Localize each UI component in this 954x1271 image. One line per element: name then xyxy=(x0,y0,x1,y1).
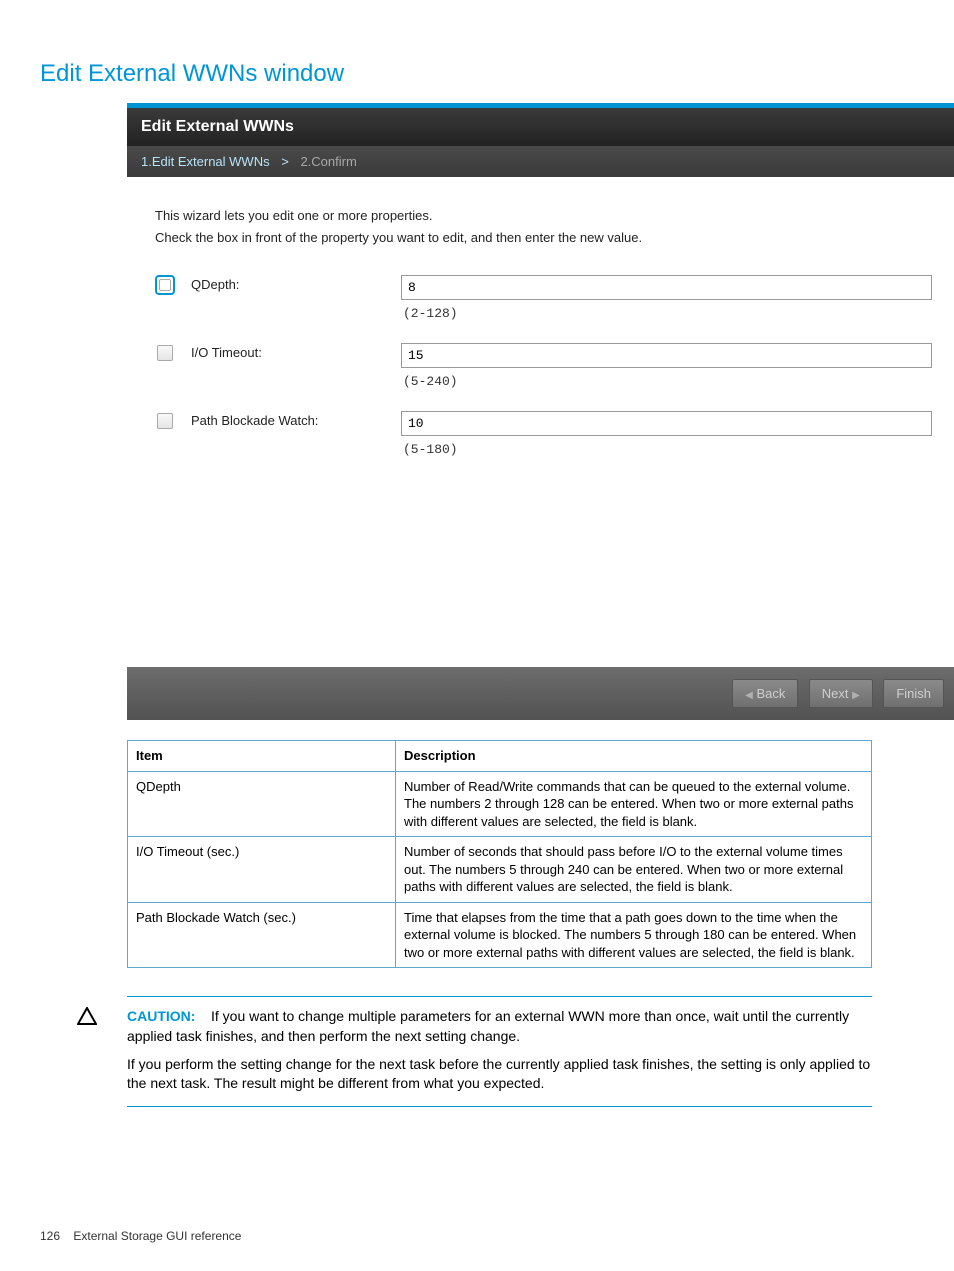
next-button[interactable]: Next ▶ xyxy=(809,679,873,708)
range-qdepth: (2-128) xyxy=(401,300,932,321)
table-cell-desc: Time that elapses from the time that a p… xyxy=(396,902,872,968)
form-row-iotimeout: I/O Timeout: (5-240) xyxy=(155,343,932,389)
table-row: Path Blockade Watch (sec.) Time that ela… xyxy=(128,902,872,968)
range-pathblockade: (5-180) xyxy=(401,436,932,457)
label-qdepth: QDepth: xyxy=(191,275,401,292)
checkbox-pathblockade[interactable] xyxy=(157,413,173,429)
range-iotimeout: (5-240) xyxy=(401,368,932,389)
table-cell-desc: Number of Read/Write commands that can b… xyxy=(396,771,872,837)
back-button-label: Back xyxy=(756,686,785,701)
input-pathblockade[interactable] xyxy=(401,411,932,436)
caution-block: CAUTION: If you want to change multiple … xyxy=(127,996,872,1106)
wizard-step-bar: 1.Edit External WWNs > 2.Confirm xyxy=(127,146,954,177)
finish-button[interactable]: Finish xyxy=(883,679,944,708)
triangle-left-icon: ◀ xyxy=(745,690,753,701)
checkbox-qdepth[interactable] xyxy=(155,275,175,295)
wizard-step-1[interactable]: 1.Edit External WWNs xyxy=(141,154,270,169)
table-header-description: Description xyxy=(396,741,872,772)
next-button-label: Next xyxy=(822,686,849,701)
caution-label: CAUTION: xyxy=(127,1008,195,1024)
wizard-footer: ◀ Back Next ▶ Finish xyxy=(127,667,954,720)
caution-text-1: If you want to change multiple parameter… xyxy=(127,1008,849,1044)
back-button[interactable]: ◀ Back xyxy=(732,679,798,708)
description-table: Item Description QDepth Number of Read/W… xyxy=(127,740,872,968)
form-row-pathblockade: Path Blockade Watch: (5-180) xyxy=(155,411,932,457)
wizard-intro: This wizard lets you edit one or more pr… xyxy=(155,205,932,249)
wizard-step-2[interactable]: 2.Confirm xyxy=(300,154,356,169)
table-cell-item: Path Blockade Watch (sec.) xyxy=(128,902,396,968)
label-pathblockade: Path Blockade Watch: xyxy=(191,411,401,428)
table-cell-item: QDepth xyxy=(128,771,396,837)
page-footer: 126 External Storage GUI reference xyxy=(40,1229,241,1243)
wizard-intro-line1: This wizard lets you edit one or more pr… xyxy=(155,205,932,227)
table-cell-item: I/O Timeout (sec.) xyxy=(128,837,396,903)
wizard-window: Edit External WWNs 1.Edit External WWNs … xyxy=(127,103,954,720)
table-header-item: Item xyxy=(128,741,396,772)
checkbox-inner xyxy=(159,279,171,291)
label-iotimeout: I/O Timeout: xyxy=(191,343,401,360)
input-qdepth[interactable] xyxy=(401,275,932,300)
caution-text-2: If you perform the setting change for th… xyxy=(127,1055,872,1094)
input-iotimeout[interactable] xyxy=(401,343,932,368)
wizard-intro-line2: Check the box in front of the property y… xyxy=(155,227,932,249)
page-title: Edit External WWNs window xyxy=(0,0,954,103)
table-row: QDepth Number of Read/Write commands tha… xyxy=(128,771,872,837)
triangle-right-icon: ▶ xyxy=(852,690,860,701)
wizard-title-bar: Edit External WWNs xyxy=(127,108,954,146)
table-cell-desc: Number of seconds that should pass befor… xyxy=(396,837,872,903)
page-number: 126 xyxy=(40,1229,60,1243)
table-row: I/O Timeout (sec.) Number of seconds tha… xyxy=(128,837,872,903)
caution-icon xyxy=(77,1005,97,1033)
form-row-qdepth: QDepth: (2-128) xyxy=(155,275,932,321)
footer-text: External Storage GUI reference xyxy=(73,1229,241,1243)
wizard-step-separator: > xyxy=(281,154,289,169)
wizard-body: This wizard lets you edit one or more pr… xyxy=(127,177,954,667)
checkbox-iotimeout[interactable] xyxy=(157,345,173,361)
